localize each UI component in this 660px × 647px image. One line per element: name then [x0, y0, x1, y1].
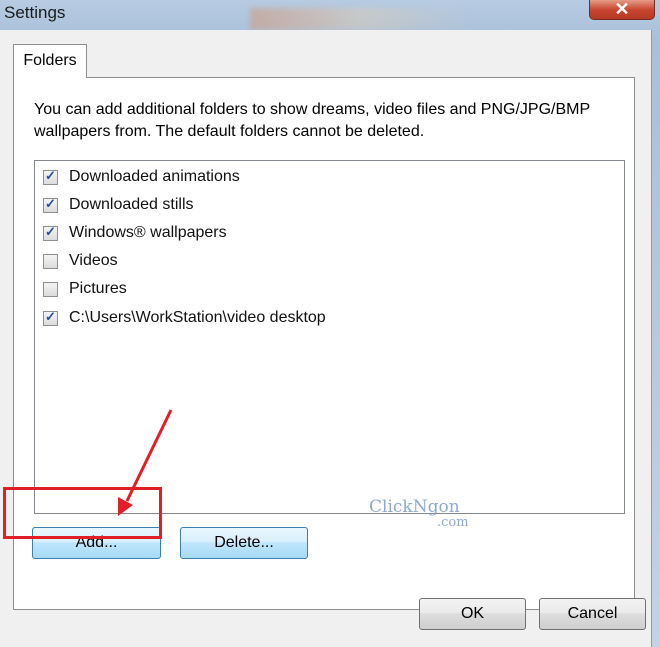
settings-window: Settings ✕ Folders You can add additiona…	[0, 0, 660, 647]
tab-folders-label: Folders	[23, 52, 77, 69]
arrow-shaft	[125, 409, 173, 502]
tab-folders[interactable]: Folders	[13, 44, 87, 78]
annotation-arrow	[118, 409, 173, 516]
arrow-head	[118, 497, 133, 516]
